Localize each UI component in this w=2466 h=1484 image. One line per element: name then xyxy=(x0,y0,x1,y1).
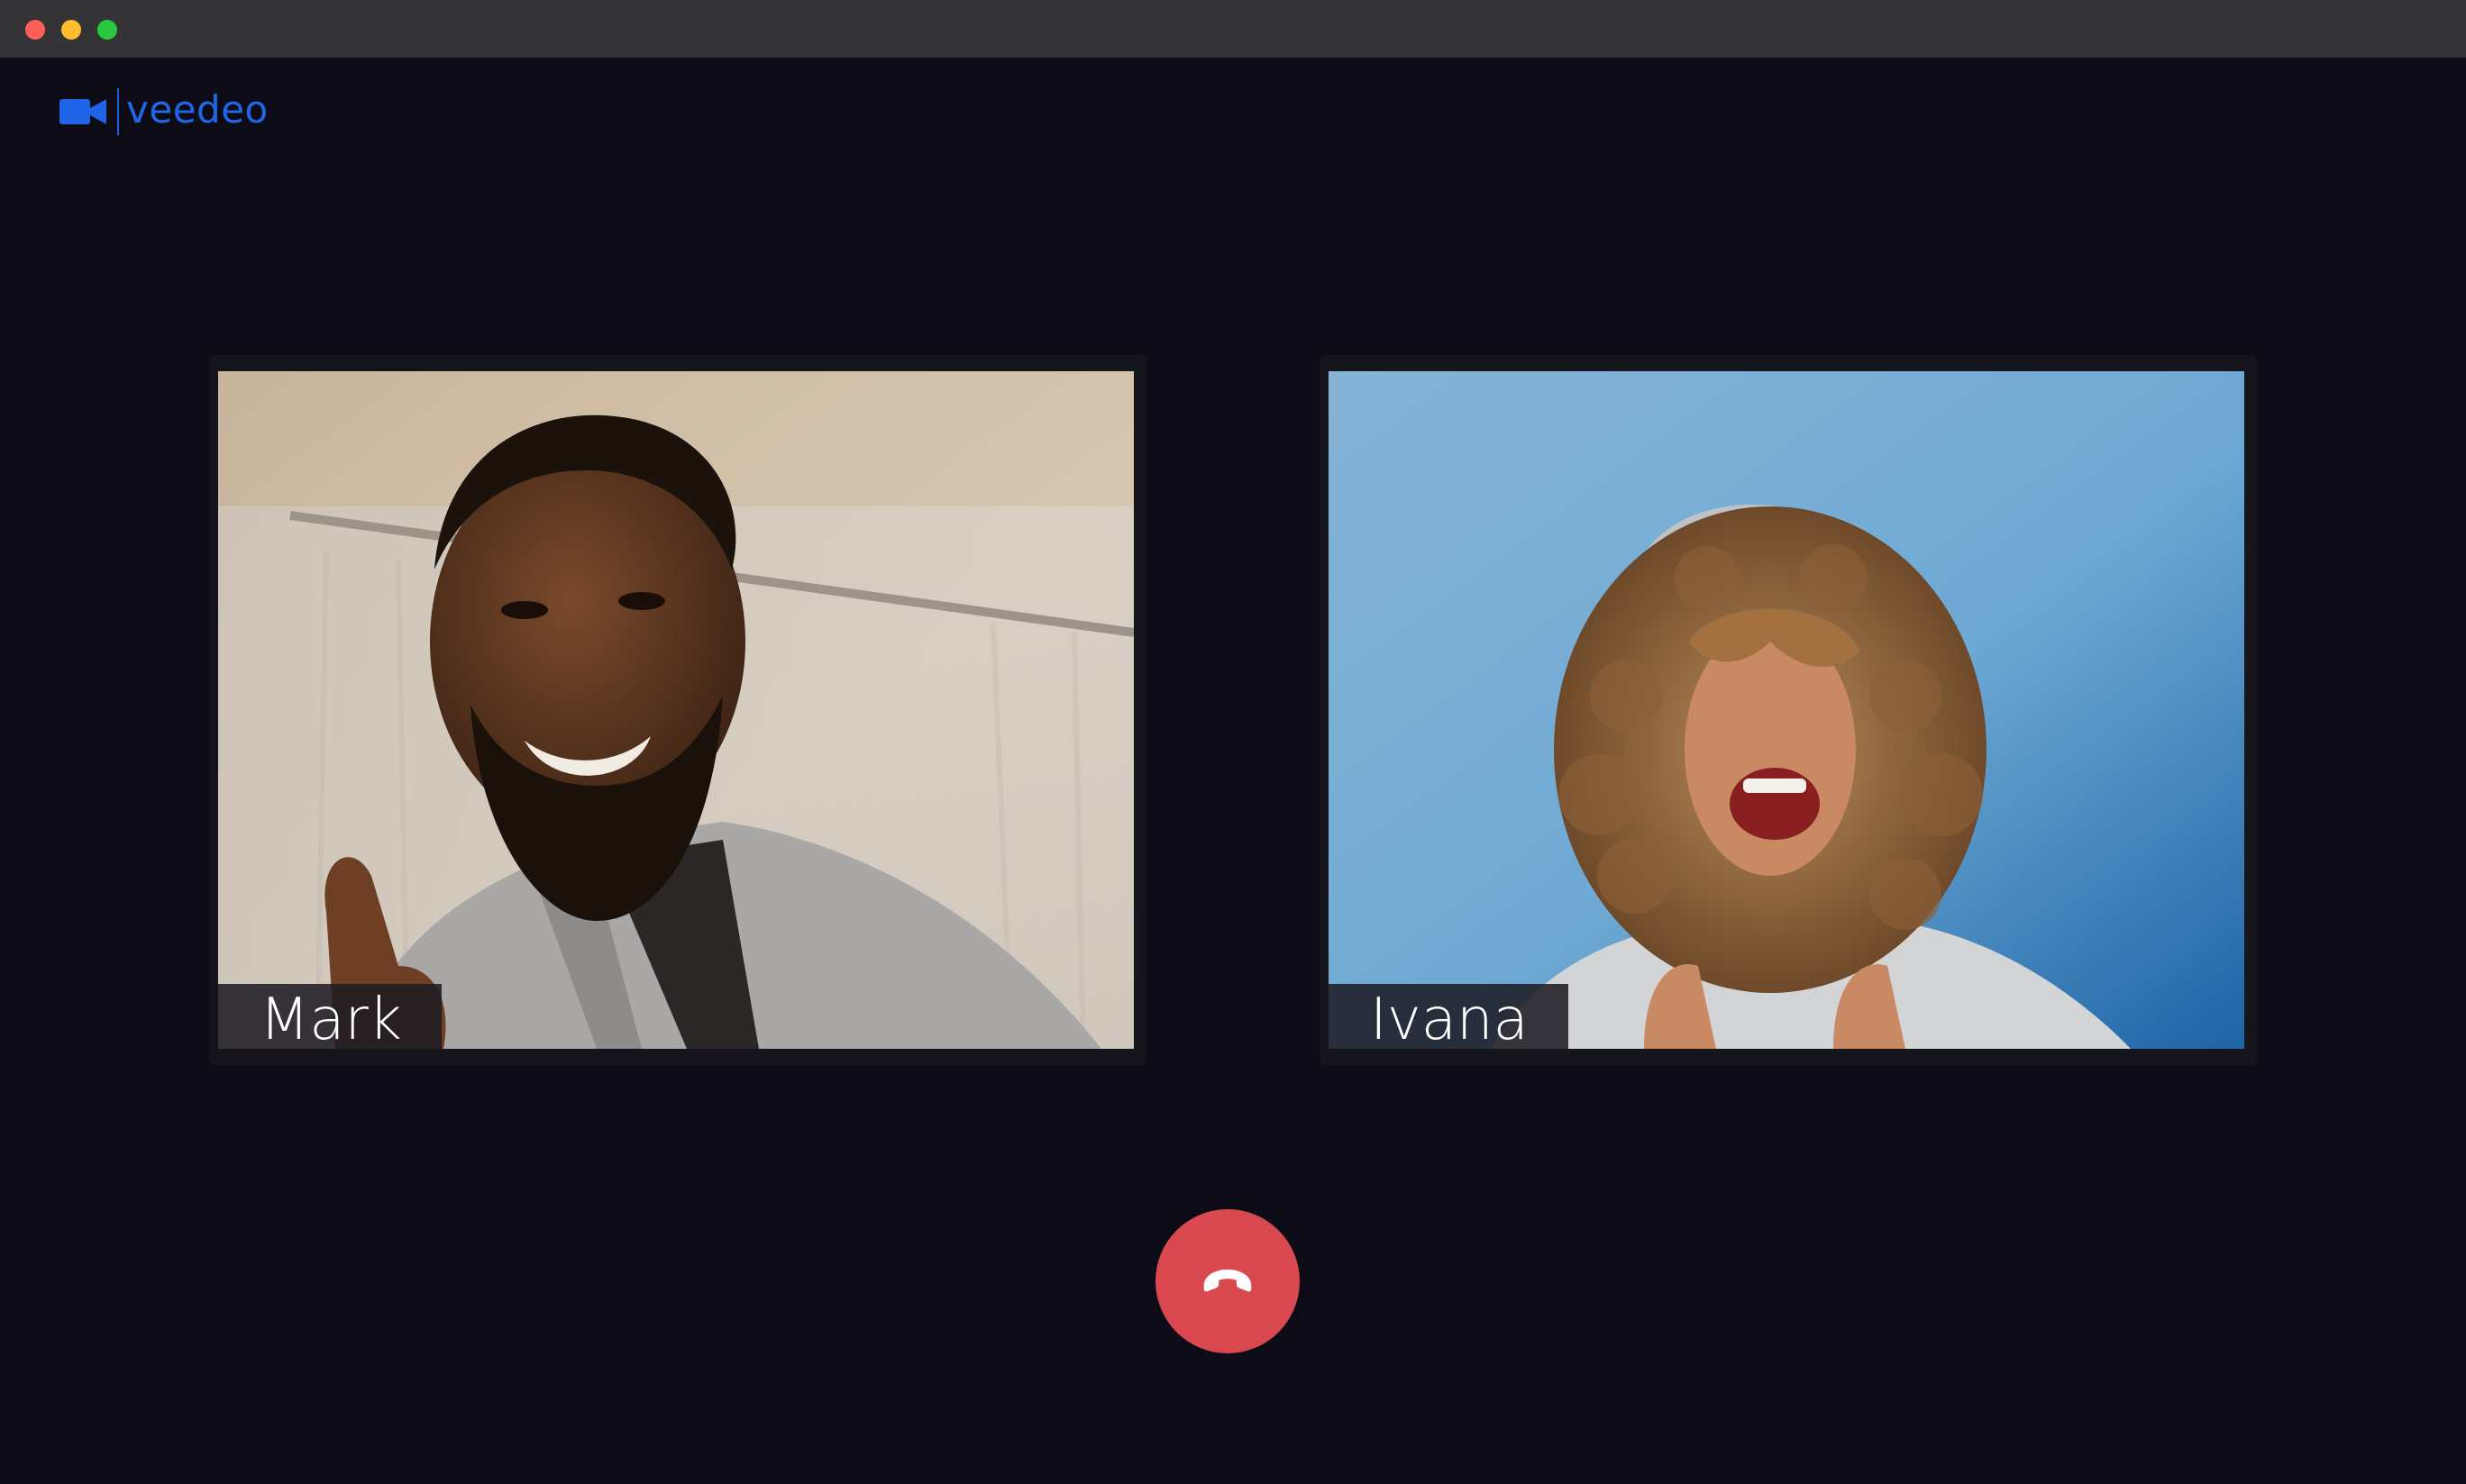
participant-video-frame xyxy=(218,371,1134,1049)
app-name: veedeo xyxy=(126,87,269,132)
logo-divider xyxy=(117,88,119,135)
window-maximize-button[interactable] xyxy=(97,20,117,40)
hang-up-button[interactable] xyxy=(1155,1209,1300,1353)
participant-tile-ivana: Ivana xyxy=(1320,355,2257,1065)
window-minimize-button[interactable] xyxy=(61,20,81,40)
app-logo: veedeo xyxy=(58,86,269,137)
participant-tile-mark: Mark xyxy=(209,355,1146,1065)
window-titlebar xyxy=(0,0,2466,58)
window-close-button[interactable] xyxy=(25,20,45,40)
phone-hangup-icon xyxy=(1203,1269,1252,1292)
participant-video-ivana: Ivana xyxy=(1329,371,2244,1049)
participant-video-frame xyxy=(1329,371,2244,1049)
app-window: veedeo Mark Ivana xyxy=(0,0,2466,1484)
participant-name-label: Mark xyxy=(218,984,442,1049)
video-camera-icon xyxy=(59,99,106,124)
participant-name-label: Ivana xyxy=(1329,984,1568,1049)
participant-video-mark: Mark xyxy=(218,371,1134,1049)
